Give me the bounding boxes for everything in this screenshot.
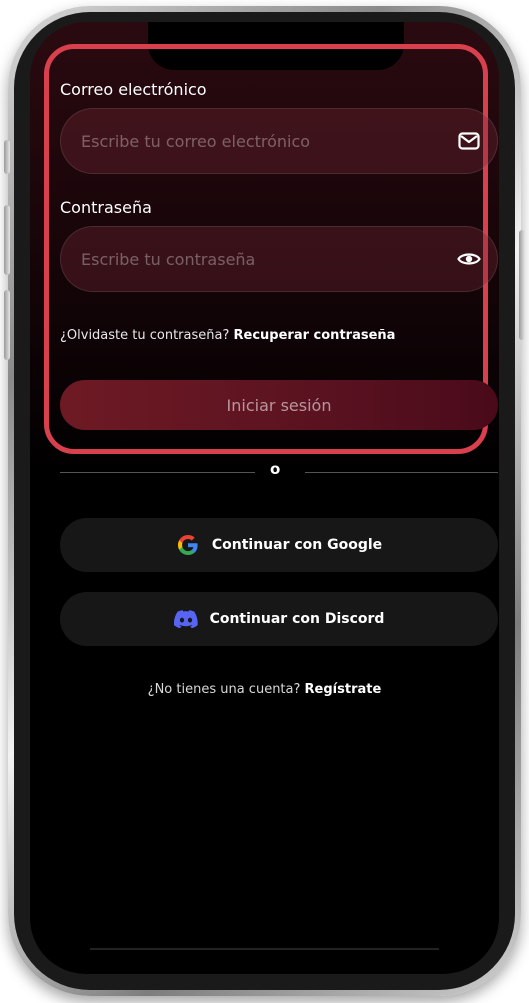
divider-line-right bbox=[305, 472, 498, 473]
email-label: Correo electrónico bbox=[60, 80, 207, 99]
email-field[interactable]: Escribe tu correo electrónico bbox=[60, 108, 498, 174]
password-placeholder: Escribe tu contraseña bbox=[81, 249, 256, 269]
google-icon bbox=[176, 533, 200, 557]
register-text: ¿No tienes una cuenta? bbox=[147, 682, 301, 697]
eye-icon[interactable] bbox=[457, 247, 481, 271]
google-button-label: Continuar con Google bbox=[211, 537, 383, 553]
password-label: Contraseña bbox=[60, 198, 152, 217]
discord-button-label: Continuar con Discord bbox=[209, 611, 385, 627]
divider-text: o bbox=[270, 460, 281, 478]
google-login-button[interactable]: Continuar con Google bbox=[60, 518, 498, 572]
home-indicator bbox=[90, 948, 439, 950]
power-button bbox=[519, 230, 525, 340]
register-row: ¿No tienes una cuenta? Regístrate bbox=[30, 682, 499, 697]
email-placeholder: Escribe tu correo electrónico bbox=[81, 131, 311, 151]
forgot-password-row: ¿Olvidaste tu contraseña? Recuperar cont… bbox=[60, 328, 395, 343]
divider-line-left bbox=[60, 472, 255, 473]
login-button[interactable]: Iniciar sesión bbox=[60, 380, 498, 430]
password-field[interactable]: Escribe tu contraseña bbox=[60, 226, 498, 292]
mute-switch bbox=[4, 140, 10, 174]
volume-up-button bbox=[4, 205, 10, 275]
discord-login-button[interactable]: Continuar con Discord bbox=[60, 592, 498, 646]
register-link[interactable]: Regístrate bbox=[305, 682, 382, 697]
recover-password-link[interactable]: Recuperar contraseña bbox=[234, 328, 396, 343]
discord-icon bbox=[173, 607, 198, 631]
phone-screen: Correo electrónico Escribe tu correo ele… bbox=[30, 22, 499, 974]
volume-down-button bbox=[4, 290, 10, 360]
mail-icon bbox=[457, 129, 481, 153]
forgot-password-text: ¿Olvidaste tu contraseña? bbox=[60, 328, 230, 343]
